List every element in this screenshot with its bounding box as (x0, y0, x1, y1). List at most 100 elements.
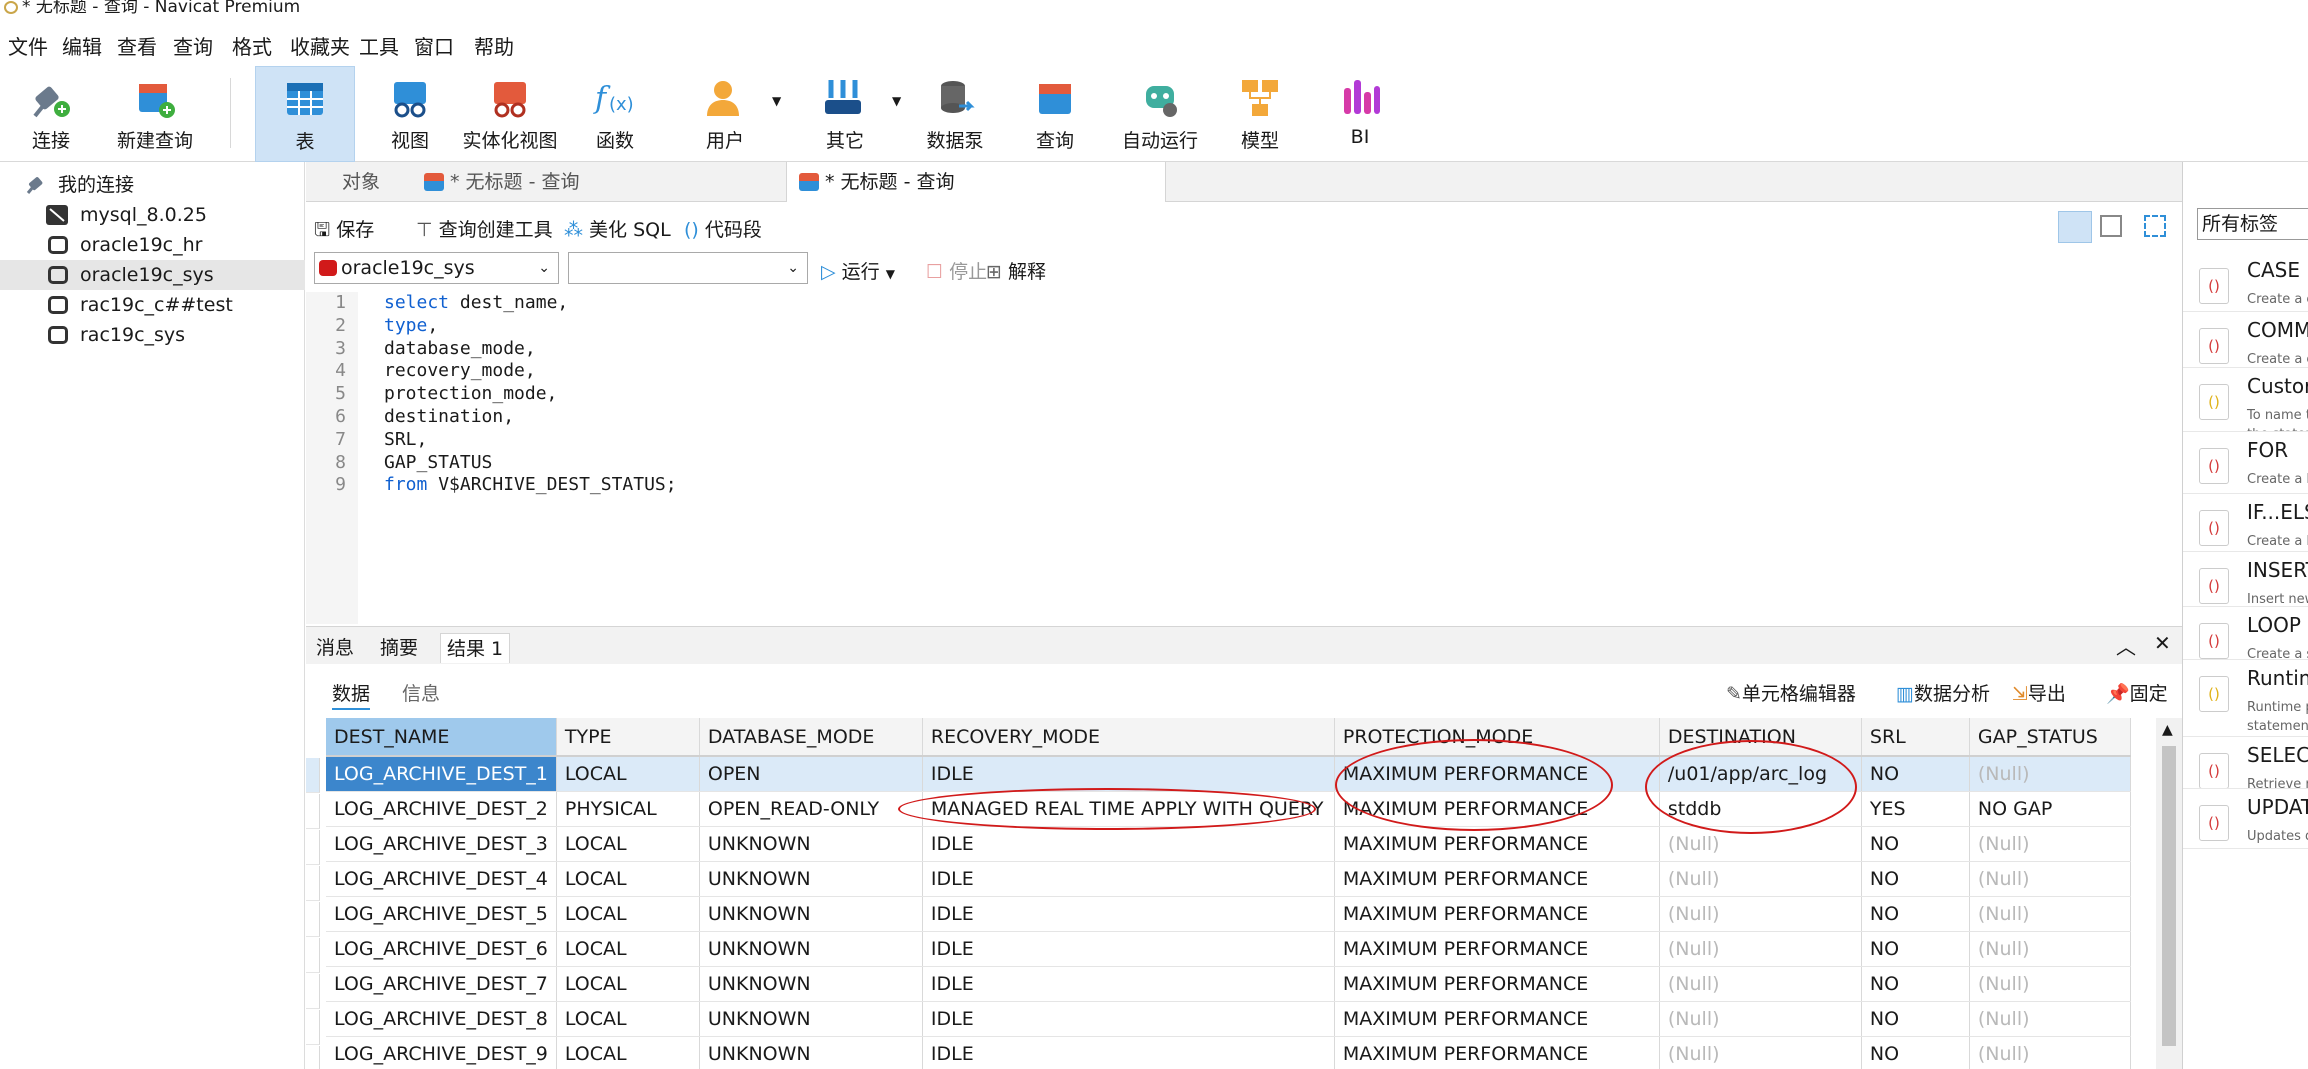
column-header[interactable]: DEST_NAME (326, 718, 557, 757)
table-cell[interactable]: UNKNOWN (699, 861, 923, 897)
menu-query[interactable]: 查询 (173, 31, 213, 60)
table-row[interactable]: LOG_ARCHIVE_DEST_6 LOCAL UNKNOWN IDLE MAXIMU… (326, 931, 2131, 967)
table-cell[interactable]: IDLE (922, 931, 1335, 967)
toolbar-materialized-view-button[interactable]: 实体化视图 (460, 66, 560, 162)
toolbar-query-button[interactable]: 查询 (1010, 66, 1100, 162)
menu-favorites[interactable]: 收藏夹 (290, 31, 350, 60)
snippet-item[interactable]: () INSERT Insert new (2183, 552, 2308, 607)
table-cell[interactable]: NO (1861, 931, 1970, 967)
snippet-item[interactable]: () COMM Create a c (2183, 312, 2308, 368)
sql-code[interactable]: select dest_name, type, database_mode, r… (384, 292, 677, 497)
table-cell[interactable]: MAXIMUM PERFORMANCE (1334, 896, 1660, 932)
table-cell[interactable]: (Null) (1969, 896, 2131, 932)
table-cell[interactable]: (Null) (1969, 861, 2131, 897)
layout-stacked-icon[interactable] (2058, 211, 2092, 243)
table-cell[interactable]: IDLE (922, 896, 1335, 932)
tab-query-2[interactable]: * 无标题 - 查询 (786, 162, 1166, 202)
toolbar-table-button[interactable]: 表 (255, 66, 355, 162)
table-cell[interactable]: NO (1861, 756, 1970, 792)
toolbar-model-button[interactable]: 模型 (1215, 66, 1305, 162)
table-cell[interactable]: NO (1861, 1001, 1970, 1037)
table-cell[interactable]: UNKNOWN (699, 1036, 923, 1069)
scroll-up-icon[interactable]: ▲ (2162, 722, 2173, 738)
table-cell[interactable]: MAXIMUM PERFORMANCE (1334, 861, 1660, 897)
sidebar-item-rac19c-sys[interactable]: rac19c_sys (0, 320, 305, 350)
table-cell[interactable]: (Null) (1659, 896, 1862, 932)
table-cell[interactable]: (Null) (1659, 1036, 1862, 1069)
table-cell[interactable]: IDLE (922, 861, 1335, 897)
table-row[interactable]: LOG_ARCHIVE_DEST_7 LOCAL UNKNOWN IDLE MAXIMU… (326, 966, 2131, 1002)
table-cell[interactable]: NO (1861, 966, 1970, 1002)
scrollbar-thumb[interactable] (2162, 746, 2176, 1046)
table-cell[interactable]: YES (1861, 791, 1970, 827)
explain-button[interactable]: ⊞ 解释 (986, 257, 1046, 284)
sql-editor[interactable]: 1 2 3 4 5 6 7 8 9 select dest_name, type… (306, 292, 2182, 624)
table-cell[interactable]: MAXIMUM PERFORMANCE (1334, 826, 1660, 862)
toolbar-new-query-button[interactable]: 新建查询 (110, 66, 200, 162)
code-snippet-button[interactable]: () 代码段 (684, 215, 762, 242)
table-cell[interactable]: LOG_ARCHIVE_DEST_1 (326, 756, 557, 792)
sidebar-root-my-connections[interactable]: 我的连接 (0, 170, 305, 200)
toolbar-function-button[interactable]: f (x) 函数 (570, 66, 660, 162)
table-cell[interactable]: LOG_ARCHIVE_DEST_7 (326, 966, 557, 1002)
table-cell[interactable]: LOG_ARCHIVE_DEST_5 (326, 896, 557, 932)
menu-view[interactable]: 查看 (117, 31, 157, 60)
table-cell[interactable]: (Null) (1969, 1036, 2131, 1069)
toolbar-user-button[interactable]: ▼ 用户 (680, 66, 790, 162)
table-cell[interactable]: LOCAL (556, 966, 700, 1002)
snippet-item[interactable]: () IF...ELS Create a I (2183, 494, 2308, 552)
menu-file[interactable]: 文件 (8, 31, 48, 60)
table-cell[interactable]: IDLE (922, 966, 1335, 1002)
column-header[interactable]: GAP_STATUS (1969, 718, 2131, 757)
column-header[interactable]: SRL (1861, 718, 1970, 757)
row-marker[interactable] (306, 758, 320, 793)
table-cell[interactable]: NO (1861, 861, 1970, 897)
table-cell[interactable]: (Null) (1659, 931, 1862, 967)
column-header[interactable]: RECOVERY_MODE (922, 718, 1335, 757)
table-cell[interactable]: NO (1861, 826, 1970, 862)
snippet-item[interactable]: () CASE Create a c (2183, 252, 2308, 312)
result-table[interactable]: DEST_NAME TYPE DATABASE_MODE RECOVERY_MO… (326, 718, 2131, 1069)
table-cell[interactable]: MAXIMUM PERFORMANCE (1334, 1001, 1660, 1037)
table-cell[interactable]: OPEN (699, 756, 923, 792)
table-cell[interactable]: PHYSICAL (556, 791, 700, 827)
snippet-item[interactable]: () FOR Create a Fa range. (2183, 432, 2308, 494)
table-cell[interactable]: (Null) (1969, 966, 2131, 1002)
column-header[interactable]: TYPE (556, 718, 700, 757)
table-cell[interactable]: IDLE (922, 1036, 1335, 1069)
fullscreen-icon[interactable] (2144, 215, 2166, 237)
table-row[interactable]: LOG_ARCHIVE_DEST_4 LOCAL UNKNOWN IDLE MAXIMU… (326, 861, 2131, 897)
snippet-item[interactable]: () SELECT Retrieve r (2183, 737, 2308, 789)
table-cell[interactable]: UNKNOWN (699, 826, 923, 862)
toolbar-bi-button[interactable]: BI (1315, 66, 1405, 162)
chevron-down-icon[interactable]: ▼ (772, 94, 781, 108)
layout-side-by-side-icon[interactable] (2100, 215, 2122, 237)
table-cell[interactable]: (Null) (1969, 756, 2131, 792)
table-cell[interactable]: MAXIMUM PERFORMANCE (1334, 931, 1660, 967)
table-cell[interactable]: LOCAL (556, 1001, 700, 1037)
table-cell[interactable]: LOG_ARCHIVE_DEST_6 (326, 931, 557, 967)
query-builder-button[interactable]: ⊤ 查询创建工具 (416, 215, 553, 242)
row-marker[interactable] (306, 866, 320, 901)
table-cell[interactable]: (Null) (1969, 826, 2131, 862)
table-cell[interactable]: LOCAL (556, 756, 700, 792)
table-cell[interactable]: UNKNOWN (699, 896, 923, 932)
tab-objects[interactable]: 对象 (330, 162, 410, 202)
table-cell[interactable]: LOG_ARCHIVE_DEST_2 (326, 791, 557, 827)
connection-select[interactable]: oracle19c_sys ⌄ (314, 252, 559, 284)
snippet-item[interactable]: () Runtim Runtime pstatementpop a dial (2183, 660, 2308, 737)
stop-button[interactable]: ☐ 停止 (926, 257, 987, 284)
cell-editor-button[interactable]: ✎单元格编辑器 (1726, 679, 1856, 706)
row-marker[interactable] (306, 794, 320, 829)
snippet-item[interactable]: () Custor To name tthe statem (2183, 368, 2308, 432)
table-cell[interactable]: LOG_ARCHIVE_DEST_9 (326, 1036, 557, 1069)
schema-select[interactable]: ⌄ (568, 252, 808, 284)
chevron-down-icon[interactable]: ▼ (892, 94, 901, 108)
menu-window[interactable]: 窗口 (414, 31, 454, 60)
column-header[interactable]: DATABASE_MODE (699, 718, 923, 757)
table-cell[interactable]: IDLE (922, 826, 1335, 862)
row-marker[interactable] (306, 1046, 320, 1069)
table-row[interactable]: LOG_ARCHIVE_DEST_8 LOCAL UNKNOWN IDLE MAXIMU… (326, 1001, 2131, 1037)
export-button[interactable]: ⇲导出 (2012, 679, 2066, 706)
menu-tools[interactable]: 工具 (359, 31, 399, 60)
